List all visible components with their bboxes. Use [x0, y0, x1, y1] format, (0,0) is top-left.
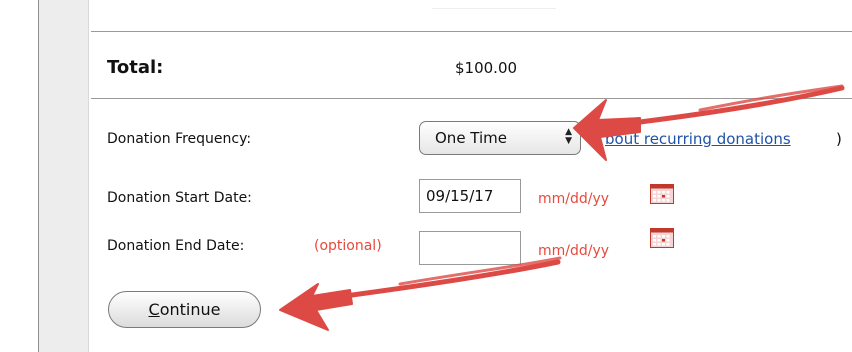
- donation-start-date-label: Donation Start Date:: [107, 190, 252, 206]
- total-label: Total:: [107, 57, 164, 78]
- left-gutter: [0, 0, 38, 352]
- donation-start-date-value: 09/15/17: [426, 187, 494, 205]
- donation-frequency-select[interactable]: One Time ▲ ▼: [419, 121, 581, 155]
- continue-label-rest: ontinue: [159, 300, 221, 319]
- end-date-format-hint: mm/dd/yy: [538, 243, 610, 259]
- end-date-optional-note: (optional): [314, 238, 382, 254]
- calendar-icon[interactable]: [650, 228, 674, 248]
- divider-top: [91, 31, 852, 32]
- divider-middle: [91, 98, 852, 99]
- link-close-paren: ): [836, 130, 842, 148]
- calendar-icon[interactable]: [650, 184, 674, 204]
- donation-frequency-value: One Time: [435, 129, 508, 147]
- up-down-arrows-icon: ▲ ▼: [565, 127, 572, 146]
- donation-end-date-label: Donation End Date:: [107, 238, 245, 254]
- left-sidebar-rail: [38, 0, 89, 352]
- donation-start-date-input[interactable]: 09/15/17: [419, 179, 521, 213]
- recurring-donations-link[interactable]: bout recurring donations: [605, 130, 791, 148]
- continue-button[interactable]: Continue: [108, 291, 261, 328]
- arrow-to-continue-button: [279, 256, 562, 331]
- top-divider-faint: [432, 8, 556, 9]
- donation-end-date-input[interactable]: [419, 231, 521, 265]
- start-date-format-hint: mm/dd/yy: [538, 191, 610, 207]
- total-amount: $100.00: [455, 59, 518, 77]
- continue-access-key: C: [148, 300, 160, 319]
- donation-frequency-label: Donation Frequency:: [107, 131, 252, 147]
